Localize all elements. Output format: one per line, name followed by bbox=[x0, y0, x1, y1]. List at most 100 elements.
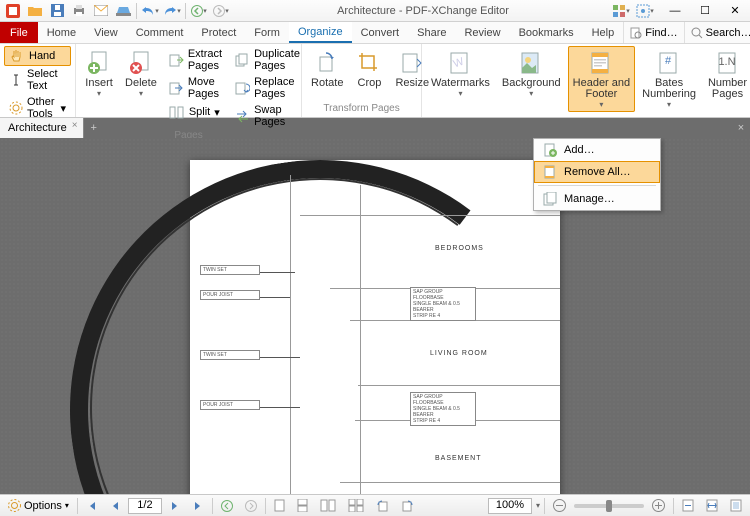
layout-single-button[interactable] bbox=[270, 498, 289, 513]
menu-add[interactable]: Add… bbox=[534, 139, 660, 161]
close-tab-icon[interactable]: × bbox=[69, 120, 81, 132]
layout-twoup-button[interactable] bbox=[316, 498, 340, 513]
select-text-button[interactable]: Select Text bbox=[4, 66, 71, 94]
gear-icon bbox=[9, 100, 23, 116]
back-icon[interactable]: ▾ bbox=[190, 2, 208, 20]
tab-help[interactable]: Help bbox=[583, 22, 624, 43]
bates-numbering-button[interactable]: #Bates Numbering▾ bbox=[637, 46, 701, 112]
layout-continuous-button[interactable] bbox=[293, 498, 312, 513]
rotate-cw-button[interactable] bbox=[397, 498, 418, 513]
callout: TWIN SET bbox=[200, 265, 260, 275]
delete-pages-button[interactable]: Delete▾ bbox=[120, 46, 162, 101]
print-icon[interactable] bbox=[70, 2, 88, 20]
scan-icon[interactable] bbox=[114, 2, 132, 20]
actual-size-button[interactable] bbox=[726, 498, 746, 513]
insert-pages-button[interactable]: Insert▾ bbox=[80, 46, 118, 101]
tab-convert[interactable]: Convert bbox=[352, 22, 409, 43]
zoom-preset-drop[interactable]: ▾ bbox=[536, 501, 540, 510]
duplicate-icon bbox=[235, 52, 250, 68]
tab-home[interactable]: Home bbox=[38, 22, 85, 43]
fit-page-button[interactable] bbox=[678, 498, 698, 513]
zoom-out-button[interactable] bbox=[549, 498, 570, 513]
crop-icon bbox=[355, 49, 383, 77]
watermark-icon: W bbox=[446, 49, 474, 77]
header-footer-icon bbox=[587, 49, 615, 77]
duplicate-pages-button[interactable]: Duplicate Pages bbox=[230, 46, 306, 74]
callout: SAP GROUP FLOORBASESINGLE BEAM & 0.5 BEA… bbox=[410, 287, 476, 321]
close-button[interactable]: ✕ bbox=[720, 1, 750, 21]
find-button[interactable]: Find… bbox=[623, 22, 683, 43]
search-button[interactable]: Search… bbox=[684, 22, 750, 43]
nav-fwd-button[interactable] bbox=[241, 499, 261, 513]
insert-icon bbox=[85, 49, 113, 77]
tab-bookmarks[interactable]: Bookmarks bbox=[510, 22, 583, 43]
file-tab[interactable]: File bbox=[0, 22, 38, 43]
zoom-slider[interactable] bbox=[574, 504, 644, 508]
group-tools: Hand Select Text Other Tools▾ Tools bbox=[0, 44, 76, 117]
move-icon bbox=[169, 80, 184, 96]
tab-comment[interactable]: Comment bbox=[127, 22, 193, 43]
options-button[interactable]: Options▾ bbox=[4, 498, 73, 513]
group-transform: Rotate Crop Resize Transform Pages bbox=[302, 44, 422, 117]
replace-pages-button[interactable]: Replace Pages bbox=[230, 74, 306, 102]
move-pages-button[interactable]: Move Pages bbox=[164, 74, 228, 102]
prev-page-button[interactable] bbox=[106, 499, 124, 513]
email-icon[interactable] bbox=[92, 2, 110, 20]
tab-form[interactable]: Form bbox=[245, 22, 289, 43]
zoom-in-button[interactable] bbox=[648, 498, 669, 513]
launch-icon[interactable]: ▾ bbox=[636, 2, 654, 20]
quick-access-toolbar: ▾ ▾ ▾ ▾ bbox=[0, 2, 234, 20]
zoom-indicator[interactable]: 100% bbox=[488, 498, 532, 514]
menu-remove-all[interactable]: Remove All… bbox=[534, 161, 660, 183]
fit-width-button[interactable] bbox=[702, 498, 722, 513]
hand-tool-button[interactable]: Hand bbox=[4, 46, 71, 66]
tab-view[interactable]: View bbox=[85, 22, 127, 43]
group-pages: Insert▾ Delete▾ Extract Pages Move Pages… bbox=[76, 44, 302, 117]
tab-protect[interactable]: Protect bbox=[192, 22, 245, 43]
open-icon[interactable] bbox=[26, 2, 44, 20]
menu-separator bbox=[538, 185, 656, 186]
save-icon[interactable] bbox=[48, 2, 66, 20]
undo-icon[interactable]: ▾ bbox=[141, 2, 159, 20]
background-button[interactable]: Background▾ bbox=[497, 46, 566, 101]
app-icon[interactable] bbox=[4, 2, 22, 20]
document-viewport[interactable]: BEDROOMS LIVING ROOM BASEMENT TWIN SET P… bbox=[0, 138, 750, 494]
status-bar: Options▾ 1/2 100% ▾ bbox=[0, 494, 750, 516]
minimize-button[interactable]: — bbox=[660, 1, 690, 21]
hand-icon bbox=[9, 48, 25, 64]
rotate-button[interactable]: Rotate bbox=[306, 46, 348, 92]
document-tab[interactable]: Architecture × bbox=[0, 118, 84, 138]
redo-icon[interactable]: ▾ bbox=[163, 2, 181, 20]
header-footer-button[interactable]: Header and Footer▾ bbox=[568, 46, 636, 112]
tab-share[interactable]: Share bbox=[408, 22, 455, 43]
page-canvas: BEDROOMS LIVING ROOM BASEMENT TWIN SET P… bbox=[190, 160, 560, 494]
window-title: Architecture - PDF-XChange Editor bbox=[234, 5, 612, 17]
menu-manage[interactable]: Manage… bbox=[534, 188, 660, 210]
close-all-tabs-button[interactable]: × bbox=[732, 118, 750, 138]
tab-organize[interactable]: Organize bbox=[289, 22, 352, 43]
separator bbox=[136, 3, 137, 19]
title-bar: ▾ ▾ ▾ ▾ Architecture - PDF-XChange Edito… bbox=[0, 0, 750, 22]
number-pages-button[interactable]: 1.NNumber Pages bbox=[703, 46, 750, 103]
maximize-button[interactable]: ☐ bbox=[690, 1, 720, 21]
rotate-ccw-button[interactable] bbox=[372, 498, 393, 513]
crop-button[interactable]: Crop bbox=[350, 46, 388, 92]
nav-back-button[interactable] bbox=[217, 499, 237, 513]
layout-twoup-cont-button[interactable] bbox=[344, 498, 368, 513]
title-right-controls: ▾ ▾ bbox=[612, 2, 660, 20]
group-page-marks: WWatermarks▾ Background▾ Header and Foot… bbox=[422, 44, 750, 117]
ui-options-icon[interactable]: ▾ bbox=[612, 2, 630, 20]
forward-icon[interactable]: ▾ bbox=[212, 2, 230, 20]
next-page-button[interactable] bbox=[166, 499, 184, 513]
svg-text:#: # bbox=[665, 55, 672, 67]
last-page-button[interactable] bbox=[188, 499, 208, 513]
group-label-transform: Transform Pages bbox=[302, 103, 421, 117]
tab-review[interactable]: Review bbox=[455, 22, 509, 43]
watermarks-button[interactable]: WWatermarks▾ bbox=[426, 46, 495, 101]
first-page-button[interactable] bbox=[82, 499, 102, 513]
new-tab-button[interactable]: + bbox=[84, 118, 104, 138]
ribbon-panel: Hand Select Text Other Tools▾ Tools Inse… bbox=[0, 44, 750, 118]
number-pages-icon: 1.N bbox=[714, 49, 742, 77]
extract-pages-button[interactable]: Extract Pages bbox=[164, 46, 228, 74]
page-indicator[interactable]: 1/2 bbox=[128, 498, 162, 514]
